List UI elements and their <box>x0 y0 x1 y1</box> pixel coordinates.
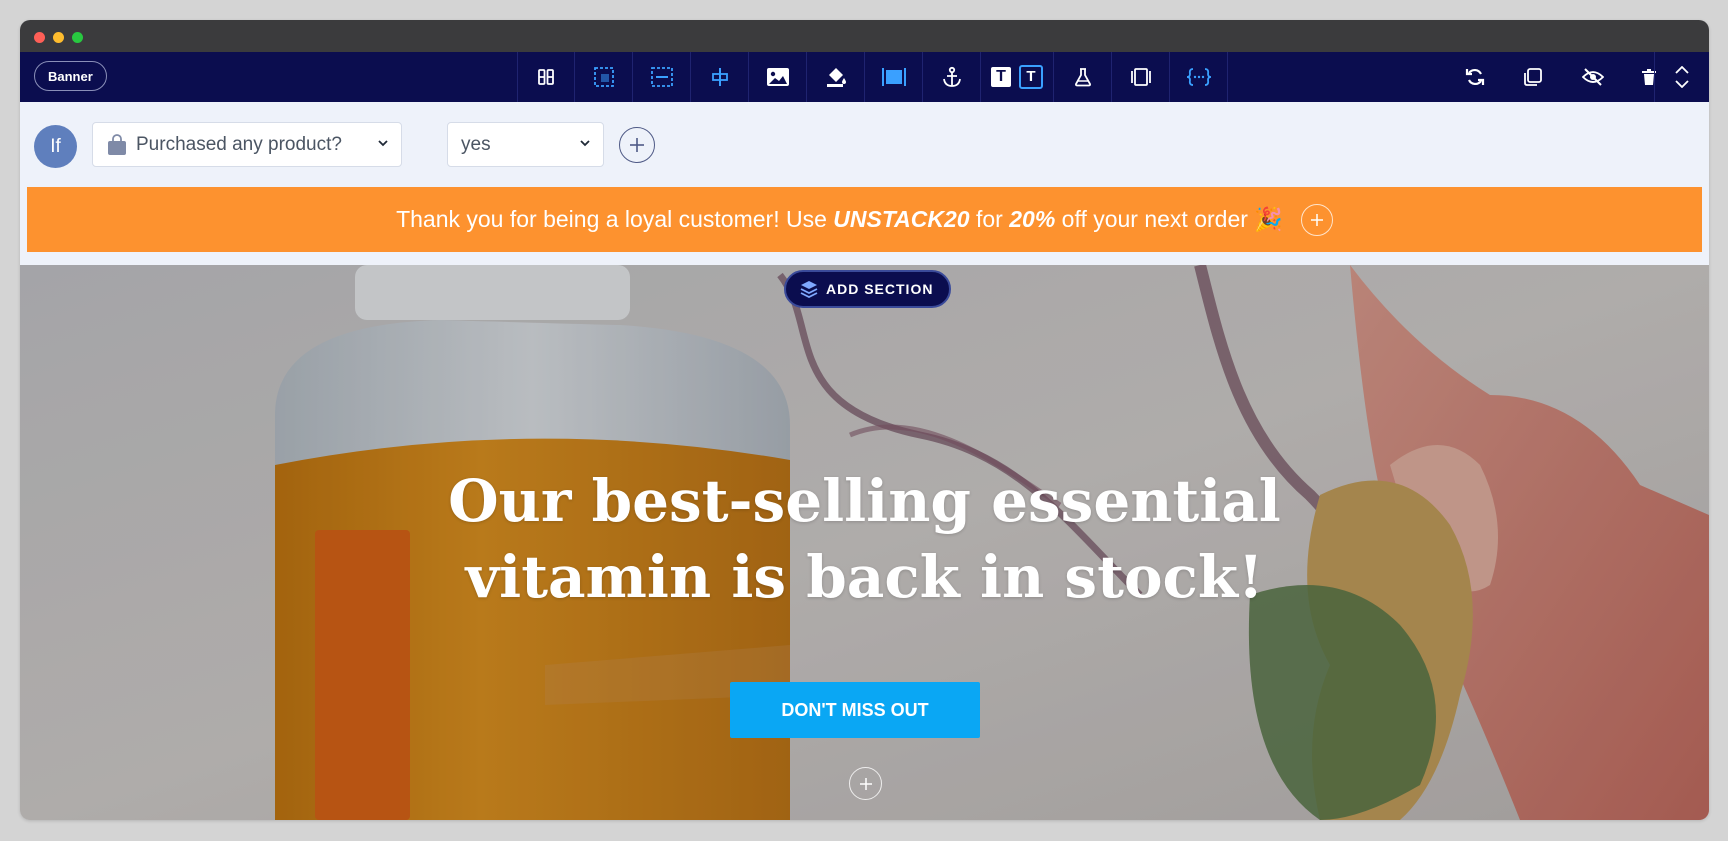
shopping-bag-icon <box>108 133 126 155</box>
condition-bar: If Purchased any product? yes <box>20 102 1709 187</box>
hero-add-button[interactable] <box>849 767 882 800</box>
plus-icon <box>1310 213 1323 226</box>
section-type-pill[interactable]: Banner <box>34 61 107 91</box>
window-titlebar <box>20 20 1709 52</box>
plus-icon <box>859 777 872 790</box>
carousel-icon <box>1130 68 1151 86</box>
text-style-inverse-icon: T <box>1019 65 1043 89</box>
banner-add-button[interactable] <box>1300 203 1333 236</box>
spacing-icon <box>650 67 673 87</box>
text-style-icon: T <box>991 67 1011 87</box>
anchor-icon <box>942 66 961 87</box>
align-button[interactable] <box>691 52 749 102</box>
resize-button[interactable] <box>575 52 633 102</box>
discount-amount: 20% <box>1009 206 1056 232</box>
columns-button[interactable] <box>517 52 575 102</box>
discount-code: UNSTACK20 <box>833 206 970 232</box>
cta-button[interactable]: DON'T MISS OUT <box>730 682 980 738</box>
condition-field-value: Purchased any product? <box>136 133 342 155</box>
image-button[interactable] <box>749 52 807 102</box>
condition-value: yes <box>461 133 491 155</box>
add-section-button[interactable]: ADD SECTION <box>784 270 952 308</box>
hero-headline-line-2: vitamin is back in stock! <box>465 543 1264 611</box>
custom-code-button[interactable] <box>1170 52 1228 102</box>
experiment-button[interactable] <box>1054 52 1112 102</box>
flask-icon <box>1074 68 1091 87</box>
minimize-window-button[interactable] <box>53 32 64 43</box>
browser-window: Banner T T If Purchased any product? yes… <box>20 20 1709 820</box>
code-icon <box>1186 68 1211 86</box>
hide-icon <box>1582 68 1604 86</box>
anchor-button[interactable] <box>923 52 981 102</box>
banner-text-start: Thank you for being a loyal customer! Us… <box>396 206 834 232</box>
condition-value-select[interactable]: yes <box>447 122 604 167</box>
text-style-button[interactable]: T T <box>981 52 1054 102</box>
chevron-up-icon[interactable] <box>1675 66 1689 74</box>
hide-button[interactable] <box>1564 52 1622 102</box>
condition-field-select[interactable]: Purchased any product? <box>92 122 402 167</box>
resize-select-icon <box>593 67 614 87</box>
image-icon <box>766 68 789 86</box>
duplicate-button[interactable] <box>1504 52 1562 102</box>
hero-headline[interactable]: Our best-selling essential vitamin is ba… <box>320 463 1409 615</box>
close-window-button[interactable] <box>34 32 45 43</box>
paint-bucket-icon <box>826 68 846 87</box>
plus-icon <box>630 138 644 152</box>
add-condition-button[interactable] <box>619 127 655 163</box>
align-icon <box>711 68 728 86</box>
chevron-down-icon[interactable] <box>1675 80 1689 88</box>
carousel-button[interactable] <box>1112 52 1170 102</box>
spacing-button[interactable] <box>633 52 691 102</box>
duplicate-icon <box>1524 68 1542 86</box>
hero-headline-line-1: Our best-selling essential <box>448 467 1281 535</box>
party-emoji: 🎉 <box>1254 206 1283 232</box>
banner-text-mid: for <box>969 206 1010 232</box>
background-color-button[interactable] <box>807 52 865 102</box>
section-toolbar: Banner T T <box>20 52 1709 102</box>
hero-section: ADD SECTION Our best-selling essential v… <box>20 265 1709 820</box>
reorder-controls <box>1654 52 1709 102</box>
add-section-label: ADD SECTION <box>826 281 934 297</box>
chevron-down-icon <box>378 140 388 147</box>
maximize-window-button[interactable] <box>72 32 83 43</box>
chevron-down-icon <box>580 140 590 147</box>
announcement-banner[interactable]: Thank you for being a loyal customer! Us… <box>27 187 1702 252</box>
layers-icon <box>800 281 818 298</box>
layout-width-icon <box>881 68 906 86</box>
sync-icon <box>1465 68 1485 86</box>
sync-button[interactable] <box>1446 52 1504 102</box>
layout-width-button[interactable] <box>865 52 923 102</box>
if-badge: If <box>34 125 77 168</box>
columns-icon <box>538 69 554 85</box>
banner-text-end: off your next order <box>1055 206 1255 232</box>
